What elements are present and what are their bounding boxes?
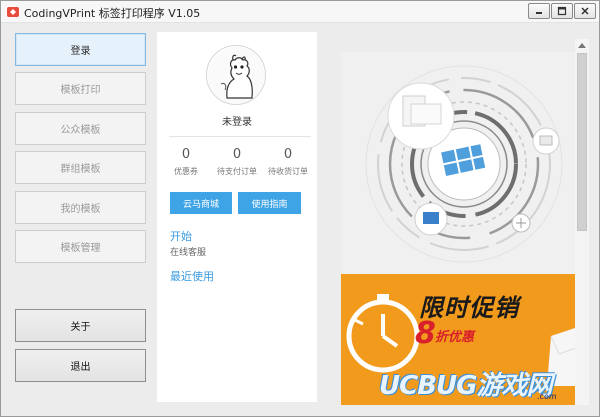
- sidebar-item-login[interactable]: 登录: [15, 33, 146, 66]
- close-icon: [581, 7, 589, 15]
- stat-coupons[interactable]: 0 优惠券: [161, 147, 211, 177]
- stat-pending-payment[interactable]: 0 待支付订单: [212, 147, 262, 177]
- maximize-icon: [557, 6, 567, 16]
- stat-value: 0: [283, 147, 293, 162]
- app-icon: [7, 7, 19, 17]
- vertical-scrollbar[interactable]: [575, 39, 589, 405]
- stat-label: 待收货订单: [268, 167, 308, 176]
- shop-button[interactable]: 云马商城: [170, 192, 232, 214]
- minimize-icon: [536, 12, 542, 14]
- promo-subtitle: 折优惠: [435, 330, 475, 345]
- online-support-link[interactable]: 在线客服: [170, 245, 206, 258]
- recent-heading: 最近使用: [170, 270, 214, 283]
- sidebar-item-public-templates[interactable]: 公众模板: [15, 112, 146, 145]
- promo-banner[interactable]: 限时促销 8 折优惠 UCBUG游戏网 .com: [341, 52, 575, 405]
- stat-pending-receipt[interactable]: 0 待收货订单: [263, 147, 313, 177]
- scroll-thumb[interactable]: [577, 53, 587, 231]
- sidebar-item-template-print[interactable]: 模板打印: [15, 72, 146, 105]
- chevron-up-icon: [578, 43, 586, 48]
- sidebar-item-group-templates[interactable]: 群组模板: [15, 151, 146, 184]
- app-window: CodingVPrint 标签打印程序 V1.05 登录 模板打印 公众模板 群…: [0, 0, 600, 417]
- title-bar[interactable]: CodingVPrint 标签打印程序 V1.05: [1, 1, 599, 23]
- avatar[interactable]: [206, 45, 266, 105]
- sidebar-item-template-management[interactable]: 模板管理: [15, 230, 146, 263]
- exit-button[interactable]: 退出: [15, 349, 146, 382]
- scroll-up-button[interactable]: [575, 39, 589, 51]
- minimize-button[interactable]: [528, 3, 550, 19]
- login-status: 未登录: [222, 117, 252, 128]
- window-controls: [528, 3, 596, 19]
- watermark-text: UCBUG游戏网: [379, 371, 552, 401]
- close-button[interactable]: [574, 3, 596, 19]
- window-title: CodingVPrint 标签打印程序 V1.05: [24, 7, 201, 20]
- guide-button[interactable]: 使用指南: [238, 192, 301, 214]
- llama-avatar-icon: [208, 47, 265, 104]
- stat-label: 待支付订单: [217, 167, 257, 176]
- divider: [169, 136, 311, 137]
- sidebar-item-my-templates[interactable]: 我的模板: [15, 191, 146, 224]
- stat-label: 优惠券: [174, 167, 198, 176]
- watermark-url: .com: [537, 392, 557, 401]
- promo-section[interactable]: 限时促销 8 折优惠 UCBUG游戏网 .com: [341, 274, 575, 405]
- stat-value: 0: [181, 147, 191, 162]
- profile-panel: 未登录 0 优惠券 0 待支付订单 0 待收货订单 云马商城 使用指南 开始 在…: [157, 32, 317, 402]
- promo-number: 8: [415, 316, 436, 351]
- maximize-button[interactable]: [551, 3, 573, 19]
- start-heading: 开始: [170, 230, 192, 243]
- about-button[interactable]: 关于: [15, 309, 146, 342]
- technology-rings-graphic: [341, 52, 575, 274]
- stat-value: 0: [232, 147, 242, 162]
